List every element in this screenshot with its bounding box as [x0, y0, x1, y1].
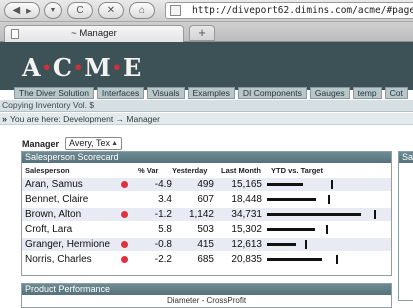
page-icon [11, 29, 19, 39]
side-panel-title: Sa [399, 152, 413, 163]
tab-title: ~ Manager [71, 28, 117, 39]
table-row[interactable]: Norris, Charles -2.2 685 20,835 [22, 253, 391, 266]
status-indicator-icon [121, 181, 128, 188]
manager-select[interactable]: Avery, Tex ▲▼ [65, 137, 122, 158]
status-indicator-icon [121, 256, 128, 263]
table-row[interactable]: Granger, Hermione -0.8 415 12,613 [22, 238, 391, 251]
percent-var-value: -4.9 [154, 179, 172, 190]
table-row[interactable]: Brown, Alton -1.2 1,142 34,731 [22, 208, 391, 221]
url-field[interactable]: http://diveport62.dimins.com/acme/#page=… [165, 2, 413, 19]
yesterday-value: 1,142 [188, 209, 214, 220]
last-month-value: 18,448 [231, 194, 262, 205]
target-marker [331, 180, 333, 189]
percent-var-value: -2.2 [154, 254, 172, 265]
yesterday-value: 685 [197, 254, 214, 265]
percent-var-value: 3.4 [158, 194, 172, 205]
refresh-icon: C [76, 5, 84, 16]
breadcrumb: » You are here: Development → Manager [0, 113, 413, 125]
last-month-value: 15,165 [231, 179, 262, 190]
history-dropdown-button[interactable]: ▼ [44, 2, 62, 19]
table-row[interactable]: Croft, Lara 5.8 503 15,302 [22, 223, 391, 236]
scorecard-header: Salesperson % Var Yesterday Last Month Y… [22, 165, 391, 176]
yesterday-value: 607 [197, 194, 214, 205]
ytd-bar [267, 183, 303, 186]
col-var[interactable]: % Var [138, 166, 158, 175]
manager-label: Manager [22, 139, 60, 149]
nav-item-temp[interactable]: temp [352, 87, 382, 99]
percent-var-value: -0.8 [154, 239, 172, 250]
sub-header: Copying Inventory Vol. $ [0, 100, 413, 112]
home-icon: ⌂ [138, 5, 146, 16]
table-row[interactable]: Bennet, Claire 3.4 607 18,448 [22, 193, 391, 206]
col-ytd-vs-target[interactable]: YTD vs. Target [271, 166, 323, 175]
last-month-value: 34,731 [231, 209, 262, 220]
ytd-bar [267, 243, 296, 246]
refresh-button[interactable]: C [67, 2, 93, 19]
close-icon: ✕ [106, 5, 116, 16]
side-panel: Sa [398, 151, 413, 301]
app-nav: The Diver Solution Interfaces Visuals Ex… [14, 87, 411, 99]
product-performance-panel: Product Performance Diameter - CrossProf… [21, 283, 392, 308]
plus-icon: + [198, 25, 206, 40]
col-salesperson[interactable]: Salesperson [25, 166, 70, 175]
ytd-bar [267, 198, 316, 201]
status-indicator-icon [121, 211, 128, 218]
salesperson-name: Aran, Samus [25, 179, 83, 190]
product-performance-title: Product Performance [22, 284, 391, 295]
chevron-down-icon: ▼ [49, 7, 57, 14]
status-indicator-icon [121, 241, 128, 248]
salesperson-name: Bennet, Claire [25, 194, 89, 205]
target-marker [326, 225, 328, 234]
manager-selected-value: Avery, Tex [69, 138, 111, 148]
target-marker [305, 240, 307, 249]
yesterday-value: 503 [197, 224, 214, 235]
yesterday-value: 499 [197, 179, 214, 190]
target-marker [328, 195, 330, 204]
nav-item-diver-solution[interactable]: The Diver Solution [14, 87, 94, 99]
col-yesterday[interactable]: Yesterday [172, 166, 207, 175]
last-month-value: 15,302 [231, 224, 262, 235]
acme-logo: A•C•M•E [22, 53, 143, 82]
new-tab-button[interactable]: + [189, 25, 215, 41]
last-month-value: 12,613 [231, 239, 262, 250]
percent-var-value: 5.8 [158, 224, 172, 235]
back-button[interactable]: ◀ ▶ [4, 2, 40, 19]
home-button[interactable]: ⌂ [129, 2, 155, 19]
ytd-bar [267, 258, 322, 261]
forward-arrow-icon: ▶ [26, 7, 32, 15]
breadcrumb-arrow-icon: » [2, 114, 8, 124]
nav-item-cot[interactable]: Cot [384, 87, 408, 99]
product-performance-subtitle: Diameter - CrossProfit [166, 296, 247, 305]
tab-manager[interactable]: ~ Manager [4, 25, 184, 42]
tab-strip: ~ Manager + [0, 22, 413, 42]
yesterday-value: 415 [197, 239, 214, 250]
nav-item-interfaces[interactable]: Interfaces [96, 87, 145, 99]
target-marker [374, 210, 376, 219]
table-row[interactable]: Aran, Samus -4.9 499 15,165 [22, 178, 391, 191]
scorecard-title: Salesperson Scorecard [22, 152, 391, 163]
breadcrumb-text: You are here: Development → Manager [10, 114, 160, 124]
target-marker [336, 255, 338, 264]
last-month-value: 20,835 [231, 254, 262, 265]
scorecard-panel: Salesperson Scorecard Salesperson % Var … [21, 151, 392, 276]
back-arrow-icon: ◀ [12, 5, 21, 16]
salesperson-name: Brown, Alton [25, 209, 82, 220]
stop-button[interactable]: ✕ [98, 2, 124, 19]
sub-header-text: Copying Inventory Vol. $ [2, 100, 95, 110]
col-last-month[interactable]: Last Month [221, 166, 261, 175]
percent-var-value: -1.2 [154, 209, 172, 220]
ytd-bar [267, 228, 315, 231]
url-text: http://diveport62.dimins.com/acme/#page=… [192, 5, 413, 16]
nav-item-examples[interactable]: Examples [187, 87, 235, 99]
salesperson-name: Croft, Lara [25, 224, 73, 235]
salesperson-name: Norris, Charles [25, 254, 92, 265]
nav-item-visuals[interactable]: Visuals [147, 87, 185, 99]
nav-item-gauges[interactable]: Gauges [309, 87, 350, 99]
salesperson-name: Granger, Hermione [25, 239, 111, 250]
nav-item-di-components[interactable]: DI Components [237, 87, 307, 99]
ytd-bar [267, 213, 361, 216]
favicon-icon [170, 5, 181, 16]
browser-toolbar: ◀ ▶ ▼ C ✕ ⌂ http://diveport62.dimins.com… [0, 0, 413, 22]
